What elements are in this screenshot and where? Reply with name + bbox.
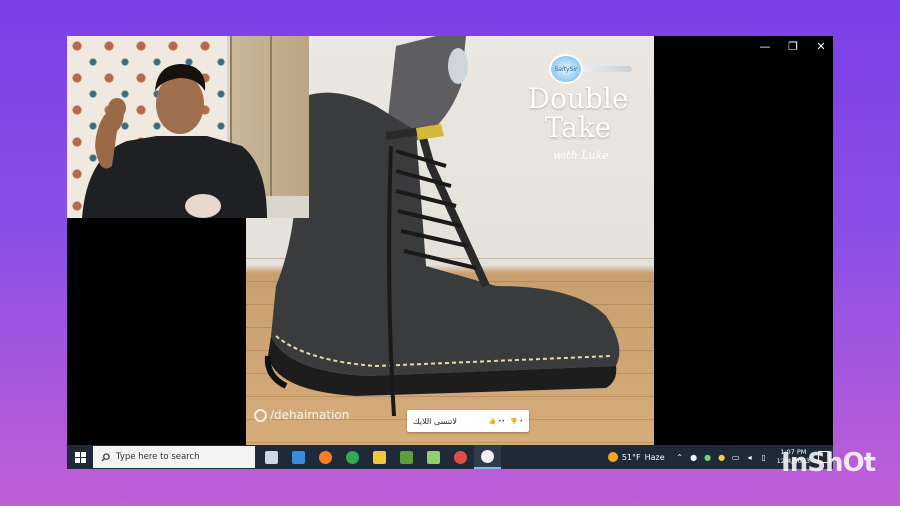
volume-icon[interactable]: ◂	[745, 452, 755, 462]
media-player-icon	[481, 449, 494, 463]
firefox-icon	[319, 450, 332, 464]
taskbar-app-task-view[interactable]	[258, 445, 285, 469]
thumbs-up-icon[interactable]: 👍 ••	[489, 418, 505, 425]
show-logo-badge: SaltySir	[549, 54, 583, 84]
taskbar-app-mail[interactable]	[285, 445, 312, 469]
task-view-icon	[265, 450, 278, 464]
show-title-line1: Double	[527, 82, 629, 115]
watermark-text: /dehaimation	[270, 408, 350, 422]
windows-taskbar: Type here to search 51°F Haze ⌃ ● ● ● ▭ …	[67, 445, 833, 469]
minecraft-icon	[400, 450, 413, 464]
taskbar-apps	[258, 445, 501, 469]
weather-widget[interactable]: 51°F Haze	[607, 452, 665, 462]
file-explorer-icon	[373, 450, 386, 464]
taskbar-app-chrome[interactable]	[339, 445, 366, 469]
mail-icon	[292, 450, 305, 464]
chevron-up-icon[interactable]: ⌃	[675, 452, 685, 462]
taskbar-app-screen-recorder[interactable]	[447, 445, 474, 469]
caption-text: لاتنسى اللايك	[413, 416, 457, 426]
show-title: Double Take	[508, 84, 648, 142]
search-icon	[101, 452, 110, 462]
person-image	[82, 64, 267, 218]
windows-logo-icon	[74, 451, 86, 463]
screen-recording: — ❐ ✕ SaltySir Double Take with Luke /de…	[67, 36, 833, 469]
taskbar-app-minecraft[interactable]	[393, 445, 420, 469]
taskbar-search[interactable]: Type here to search	[93, 446, 255, 468]
close-button[interactable]: ✕	[815, 40, 827, 53]
screen-recorder-icon	[454, 450, 467, 464]
channel-watermark: /dehaimation	[254, 408, 349, 422]
network-icon[interactable]: ▭	[731, 452, 741, 462]
restore-button[interactable]: ❐	[787, 40, 799, 53]
green-app-icon[interactable]: ●	[703, 452, 713, 462]
taskbar-app-file-explorer[interactable]	[366, 445, 393, 469]
start-button[interactable]	[67, 445, 93, 469]
watermark-ring-icon	[254, 408, 267, 422]
taskbar-app-android-app[interactable]	[420, 445, 447, 469]
yellow-app-icon[interactable]: ●	[717, 452, 727, 462]
taskbar-app-firefox[interactable]	[312, 445, 339, 469]
like-caption-box: لاتنسى اللايك 👍 •• 👎 •	[407, 410, 529, 432]
weather-desc: Haze	[644, 452, 665, 462]
chrome-icon	[346, 450, 359, 464]
search-placeholder: Type here to search	[116, 452, 200, 462]
weather-temp: 51°F	[621, 452, 641, 462]
webcam-overlay	[67, 36, 309, 218]
inshot-watermark: InShOt	[781, 448, 876, 478]
show-title-line2: Take	[544, 111, 612, 144]
microphone-icon[interactable]: ●	[689, 452, 699, 462]
android-app-icon	[427, 450, 440, 464]
taskbar-app-media-player[interactable]	[474, 445, 501, 469]
show-subtitle: with Luke	[553, 149, 609, 162]
battery-icon[interactable]: ▯	[759, 452, 769, 462]
window-controls: — ❐ ✕	[759, 40, 827, 53]
minimize-button[interactable]: —	[759, 40, 771, 53]
haze-weather-icon	[607, 452, 618, 462]
like-counts: 👍 •• 👎 •	[489, 418, 523, 425]
logo-bar	[582, 66, 632, 72]
thumbs-down-icon[interactable]: 👎 •	[510, 418, 523, 425]
